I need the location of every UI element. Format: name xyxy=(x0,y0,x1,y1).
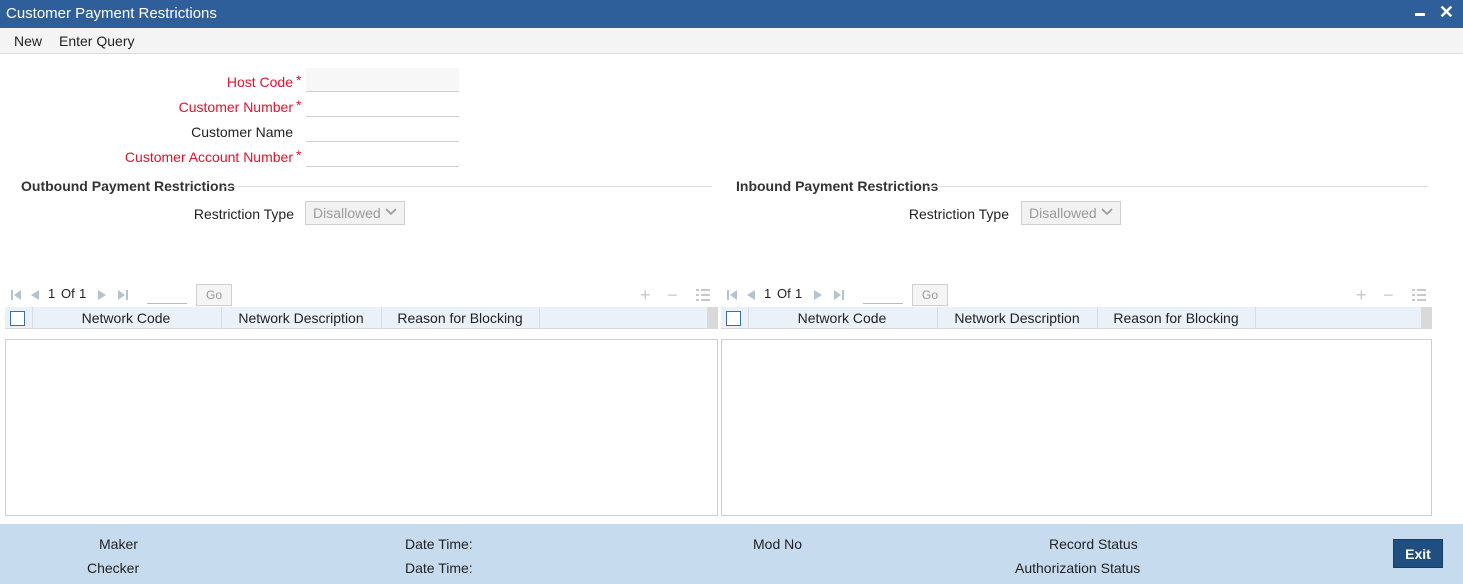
menu-bar: New Enter Query xyxy=(0,28,1463,54)
customer-account-number-required-marker: * xyxy=(296,147,302,163)
chevron-down-icon xyxy=(385,208,397,216)
column-separator xyxy=(539,307,540,329)
next-page-icon[interactable] xyxy=(812,289,824,301)
inbound-network-grid: 1 Of 1 Go + − Network Code Network Descr… xyxy=(721,283,1432,516)
inbound-page-current: 1 xyxy=(764,286,772,301)
outbound-grid-header: Network Code Network Description Reason … xyxy=(5,307,718,329)
first-page-icon[interactable] xyxy=(726,289,738,301)
customer-name-input[interactable] xyxy=(306,118,459,142)
outbound-page-of: Of xyxy=(61,286,75,301)
single-view-icon[interactable] xyxy=(696,288,710,302)
enter-query-menu-item[interactable]: Enter Query xyxy=(59,33,134,49)
first-page-icon[interactable] xyxy=(10,289,22,301)
new-menu-item[interactable]: New xyxy=(14,33,42,49)
inbound-restriction-type-value: Disallowed xyxy=(1029,205,1097,221)
next-page-icon[interactable] xyxy=(96,289,108,301)
last-page-icon[interactable] xyxy=(833,289,845,301)
prev-page-icon[interactable] xyxy=(745,289,757,301)
inbound-page-of: Of xyxy=(777,286,791,301)
inbound-go-button[interactable]: Go xyxy=(912,284,948,306)
maker-date-time-label: Date Time: xyxy=(405,536,473,552)
outbound-section-divider xyxy=(222,186,712,187)
outbound-page-input[interactable] xyxy=(147,286,187,304)
title-bar: Customer Payment Restrictions ✕ xyxy=(0,0,1463,28)
inbound-grid-scrollbar[interactable] xyxy=(1421,307,1432,329)
customer-number-input[interactable] xyxy=(306,93,459,117)
inbound-column-reason-for-blocking[interactable]: Reason for Blocking xyxy=(1097,310,1255,326)
customer-number-required-marker: * xyxy=(296,97,302,113)
outbound-page-total: 1 xyxy=(79,286,87,301)
inbound-restriction-type-select[interactable]: Disallowed xyxy=(1021,201,1121,225)
outbound-column-reason-for-blocking[interactable]: Reason for Blocking xyxy=(381,310,539,326)
minimize-icon[interactable] xyxy=(1415,3,1425,16)
outbound-grid-scrollbar[interactable] xyxy=(707,307,718,329)
outbound-network-grid: 1 Of 1 Go + − Network Code Network Descr… xyxy=(5,283,718,516)
inbound-section-divider xyxy=(928,186,1428,187)
checker-date-time-label: Date Time: xyxy=(405,560,473,576)
outbound-go-button[interactable]: Go xyxy=(196,284,232,306)
mod-no-label: Mod No xyxy=(753,536,803,552)
prev-page-icon[interactable] xyxy=(29,289,41,301)
authorization-status-label: Authorization Status xyxy=(1015,560,1141,576)
inbound-grid-body xyxy=(721,339,1432,516)
outbound-restriction-type-select[interactable]: Disallowed xyxy=(305,201,405,225)
inbound-grid-toolbar: 1 Of 1 Go + − xyxy=(721,283,1432,307)
inbound-section-title: Inbound Payment Restrictions xyxy=(736,178,939,194)
inbound-column-network-description[interactable]: Network Description xyxy=(937,310,1097,326)
audit-footer xyxy=(0,524,1463,584)
column-separator xyxy=(1255,307,1256,329)
inbound-grid-header: Network Code Network Description Reason … xyxy=(721,307,1432,329)
inbound-restriction-type-label: Restriction Type xyxy=(908,206,1009,222)
add-row-icon[interactable]: + xyxy=(640,285,651,306)
delete-row-icon[interactable]: − xyxy=(667,285,678,306)
single-view-icon[interactable] xyxy=(1412,288,1426,302)
host-code-required-marker: * xyxy=(296,72,302,88)
host-code-input[interactable] xyxy=(306,68,459,92)
maker-label: Maker xyxy=(99,536,138,552)
outbound-section-title: Outbound Payment Restrictions xyxy=(21,178,235,194)
outbound-restriction-type-value: Disallowed xyxy=(313,205,381,221)
outbound-page-current: 1 xyxy=(48,286,56,301)
outbound-grid-body xyxy=(5,339,718,516)
outbound-restriction-type-label: Restriction Type xyxy=(193,206,294,222)
outbound-column-network-description[interactable]: Network Description xyxy=(221,310,381,326)
outbound-grid-toolbar: 1 Of 1 Go + − xyxy=(5,283,718,307)
record-status-label: Record Status xyxy=(1049,536,1138,552)
checker-label: Checker xyxy=(87,560,140,576)
host-code-label: Host Code xyxy=(226,74,293,90)
inbound-column-network-code[interactable]: Network Code xyxy=(748,310,936,326)
close-icon[interactable]: ✕ xyxy=(1439,2,1454,23)
chevron-down-icon xyxy=(1101,208,1113,216)
exit-button[interactable]: Exit xyxy=(1393,539,1443,568)
window-title: Customer Payment Restrictions xyxy=(6,5,217,22)
inbound-page-input[interactable] xyxy=(863,286,903,304)
inbound-page-total: 1 xyxy=(795,286,803,301)
outbound-select-all-checkbox[interactable] xyxy=(10,311,25,326)
customer-account-number-input[interactable] xyxy=(306,143,459,167)
outbound-column-network-code[interactable]: Network Code xyxy=(32,310,220,326)
last-page-icon[interactable] xyxy=(117,289,129,301)
customer-name-label: Customer Name xyxy=(191,124,293,140)
delete-row-icon[interactable]: − xyxy=(1383,285,1394,306)
inbound-select-all-checkbox[interactable] xyxy=(726,311,741,326)
customer-number-label: Customer Number xyxy=(178,99,293,115)
add-row-icon[interactable]: + xyxy=(1356,285,1367,306)
customer-account-number-label: Customer Account Number xyxy=(124,149,293,165)
